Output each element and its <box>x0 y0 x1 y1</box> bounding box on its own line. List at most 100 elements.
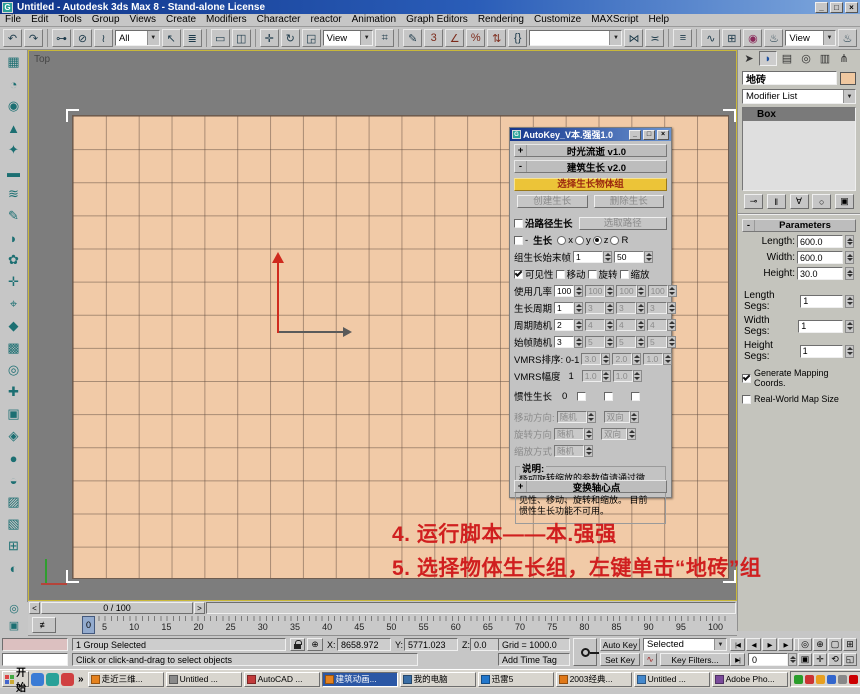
angle-snap-icon[interactable]: ∠ <box>445 29 464 47</box>
tab-modify-icon[interactable]: ◗ <box>759 51 777 66</box>
parameter-value-field[interactable]: 600.0 <box>797 235 843 248</box>
task-button[interactable]: Adobe Pho... <box>712 672 788 687</box>
object-name-field[interactable]: 地砖 <box>742 71 837 85</box>
maximize-button[interactable]: □ <box>830 2 843 13</box>
remove-modifier-icon[interactable]: ○ <box>812 194 831 209</box>
add-time-tag-field[interactable]: Add Time Tag <box>498 653 570 666</box>
layer-manager-icon[interactable]: ≡ <box>673 29 692 47</box>
x-coordinate-field[interactable]: 8658.972 <box>337 638 391 651</box>
modifier-stack[interactable]: Box <box>742 107 856 191</box>
key-step-icon[interactable]: ▶| <box>730 653 745 666</box>
menu-item[interactable]: Character <box>252 14 306 26</box>
tray-icon[interactable] <box>805 675 814 684</box>
parameter-value-field[interactable]: 600.0 <box>797 251 843 264</box>
parameters-rollout[interactable]: - Parameters <box>742 219 856 232</box>
arc-rotate-icon[interactable]: ⟲ <box>828 653 842 666</box>
parameter-value-field[interactable]: 1 <box>798 320 843 333</box>
spinner[interactable] <box>574 302 583 314</box>
task-button[interactable]: 建筑动画... <box>322 672 398 687</box>
spinner[interactable] <box>574 319 583 331</box>
generate-mapping-checkbox[interactable] <box>742 374 751 383</box>
task-button[interactable]: Untitled ... <box>166 672 242 687</box>
menu-item[interactable]: MAXScript <box>586 14 643 26</box>
current-frame-marker[interactable]: 0 <box>82 616 95 634</box>
menu-item[interactable]: Rendering <box>473 14 529 26</box>
rotate-checkbox[interactable] <box>588 270 597 279</box>
minimize-button[interactable]: _ <box>815 2 828 13</box>
dialog-maximize-button[interactable]: □ <box>643 130 655 140</box>
inertia-checkbox-1[interactable] <box>577 392 586 401</box>
tray-icon[interactable] <box>794 675 803 684</box>
task-button[interactable]: Untitled ... <box>634 672 710 687</box>
menu-item[interactable]: Graph Editors <box>401 14 473 26</box>
parameter-value-field[interactable]: 1 <box>800 295 843 308</box>
curve-editor-icon[interactable]: ∿ <box>701 29 720 47</box>
tab-create-icon[interactable]: ➤ <box>740 51 758 66</box>
tray-icon[interactable] <box>816 675 825 684</box>
left-toolbar-icon[interactable]: ⊞ <box>2 535 26 557</box>
axis-x-radio[interactable] <box>557 236 566 245</box>
rollout-time-lapse[interactable]: + 时光流逝 v1.0 <box>514 144 667 157</box>
menu-item[interactable]: File <box>0 14 26 26</box>
rollout-toggle[interactable]: - <box>743 220 755 231</box>
absolute-mode-icon[interactable]: ⊕ <box>307 638 323 651</box>
menu-item[interactable]: Create <box>161 14 201 26</box>
set-key-filter-icon[interactable]: ∿ <box>643 653 657 666</box>
left-toolbar-icon[interactable]: ✚ <box>2 381 26 403</box>
select-manipulate-icon[interactable]: ✎ <box>403 29 422 47</box>
axis-r-radio[interactable] <box>610 236 619 245</box>
left-toolbar-icon[interactable]: ◉ <box>2 95 26 117</box>
menu-item[interactable]: Animation <box>347 14 401 26</box>
left-toolbar-icon[interactable]: ▦ <box>2 51 26 73</box>
maxscript-listener-icon[interactable]: {} <box>508 29 527 47</box>
window-crossing-icon[interactable]: ◫ <box>232 29 251 47</box>
create-grow-button[interactable]: 创建生长 <box>517 195 588 208</box>
start-button[interactable]: 开始 <box>2 671 29 687</box>
redo-icon[interactable]: ↷ <box>24 29 43 47</box>
left-toolbar-icon[interactable]: ● <box>2 447 26 469</box>
frame-end-field[interactable]: 50 <box>614 251 644 263</box>
spinner-snap-icon[interactable]: ⇅ <box>487 29 506 47</box>
left-toolbar-icon[interactable]: ◆ <box>2 315 26 337</box>
spinner[interactable] <box>845 251 854 264</box>
next-frame-arrow[interactable]: > <box>194 602 205 614</box>
go-to-start-icon[interactable]: |◀ <box>730 638 745 651</box>
spinner[interactable] <box>845 345 854 358</box>
tab-hierarchy-icon[interactable]: ▤ <box>778 51 796 66</box>
select-scale-icon[interactable]: ◲ <box>302 29 321 47</box>
render-type-dropdown[interactable]: View ▼ <box>785 30 836 46</box>
left-toolbar-icon[interactable]: ◔ <box>2 73 26 95</box>
task-button[interactable]: AutoCAD ... <box>244 672 320 687</box>
material-editor-icon[interactable]: ◉ <box>743 29 762 47</box>
previous-frame-icon[interactable]: ◀ <box>746 638 761 651</box>
quick-launch-icon[interactable] <box>46 673 59 686</box>
region-zoom-icon[interactable]: ▣ <box>798 653 812 666</box>
value-field[interactable]: 1 <box>554 302 574 314</box>
tray-icon[interactable] <box>827 675 836 684</box>
left-toolbar-icon[interactable]: ◈ <box>2 425 26 447</box>
reference-coordinate-dropdown[interactable]: View ▼ <box>323 30 374 46</box>
tab-utilities-icon[interactable]: ⋔ <box>835 51 853 66</box>
time-slider-handle[interactable]: 0 / 100 <box>41 602 193 614</box>
left-toolbar-icon[interactable]: ▣ <box>2 403 26 425</box>
modifier-list-dropdown[interactable]: Modifier List ▼ <box>742 89 856 104</box>
rollout-pivot[interactable]: + 变换轴心点 <box>514 480 667 493</box>
select-object-icon[interactable]: ↖ <box>162 29 181 47</box>
spinner[interactable] <box>845 235 854 248</box>
gizmo-x-axis[interactable] <box>279 331 343 333</box>
menu-item[interactable]: Group <box>87 14 125 26</box>
left-toolbar-icon[interactable]: ✿ <box>2 249 26 271</box>
left-toolbar-icon[interactable]: ✦ <box>2 139 26 161</box>
tray-icon[interactable] <box>838 675 847 684</box>
time-slider-track[interactable] <box>206 602 736 614</box>
spinner[interactable] <box>574 336 583 348</box>
min-max-toggle-icon[interactable]: ◱ <box>843 653 857 666</box>
left-toolbar-icon[interactable]: ◎ <box>2 359 26 381</box>
task-button[interactable]: 走近三维... <box>88 672 164 687</box>
configure-modifier-sets-icon[interactable]: ▣ <box>835 194 854 209</box>
auto-key-button[interactable]: Auto Key <box>600 638 640 651</box>
move-checkbox[interactable] <box>556 270 565 279</box>
grow-along-path-checkbox[interactable] <box>514 219 523 228</box>
task-button[interactable]: 迅雷5 <box>478 672 554 687</box>
next-frame-icon[interactable]: ▶ <box>778 638 793 651</box>
